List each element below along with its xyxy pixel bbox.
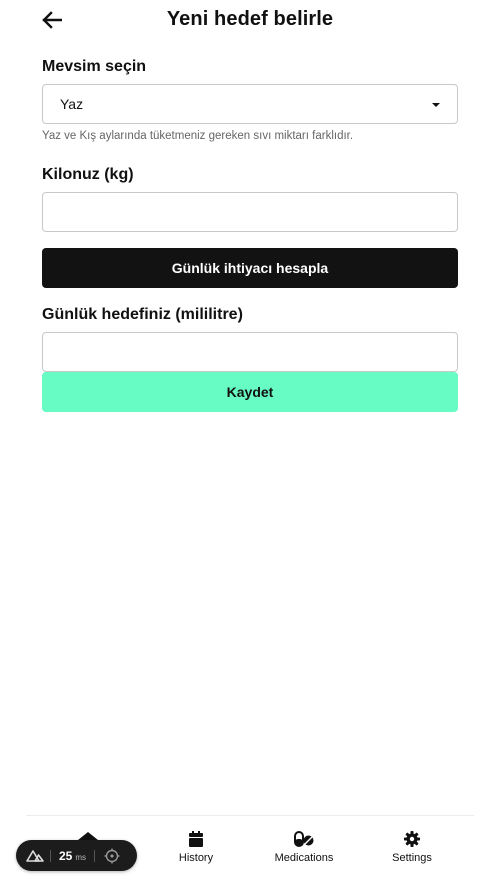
goal-input[interactable] bbox=[43, 333, 457, 371]
devtools-timing-unit: ms bbox=[75, 852, 87, 862]
goal-field-container bbox=[42, 332, 458, 372]
devtools-pill[interactable]: 25 ms bbox=[16, 840, 137, 871]
tab-settings-label: Settings bbox=[392, 852, 432, 864]
page-title: Yeni hedef belirle bbox=[166, 8, 334, 30]
home-icon[interactable] bbox=[78, 832, 98, 840]
season-helper-text: Yaz ve Kış aylarında tüketmeniz gereken … bbox=[42, 130, 354, 142]
season-select-value: Yaz bbox=[60, 96, 84, 112]
weight-input[interactable] bbox=[43, 193, 457, 231]
calendar-icon bbox=[189, 831, 203, 847]
goal-label: Günlük hedefiniz (mililitre) bbox=[42, 306, 243, 323]
pills-icon bbox=[294, 831, 314, 847]
tab-medications[interactable]: Medications bbox=[254, 830, 354, 866]
header: Yeni hedef belirle bbox=[0, 0, 500, 42]
tabbar-divider bbox=[26, 815, 474, 816]
save-button[interactable]: Kaydet bbox=[42, 372, 458, 412]
inspect-target-button[interactable] bbox=[95, 848, 129, 864]
app-screen: Yeni hedef belirle Mevsim seçin Yaz Yaz … bbox=[0, 0, 500, 879]
weight-field-container bbox=[42, 192, 458, 232]
tab-settings[interactable]: Settings bbox=[362, 830, 462, 866]
crosshair-icon bbox=[104, 848, 120, 863]
tab-medications-label: Medications bbox=[274, 852, 334, 864]
devtools-timing-value: 25 bbox=[59, 848, 73, 863]
season-select[interactable]: Yaz bbox=[42, 84, 458, 124]
devtools-timing: 25 ms bbox=[51, 849, 94, 863]
calculate-button-label: Günlük ihtiyacı hesapla bbox=[171, 260, 329, 276]
tab-history-label: History bbox=[178, 852, 214, 864]
nuxt-logo-icon bbox=[26, 849, 44, 862]
save-button-label: Kaydet bbox=[226, 384, 274, 400]
caret-down-icon bbox=[432, 103, 440, 107]
season-label: Mevsim seçin bbox=[42, 58, 147, 75]
weight-label: Kilonuz (kg) bbox=[42, 166, 134, 183]
calculate-button[interactable]: Günlük ihtiyacı hesapla bbox=[42, 248, 458, 288]
tab-history[interactable]: History bbox=[146, 830, 246, 866]
gear-icon bbox=[404, 831, 420, 847]
